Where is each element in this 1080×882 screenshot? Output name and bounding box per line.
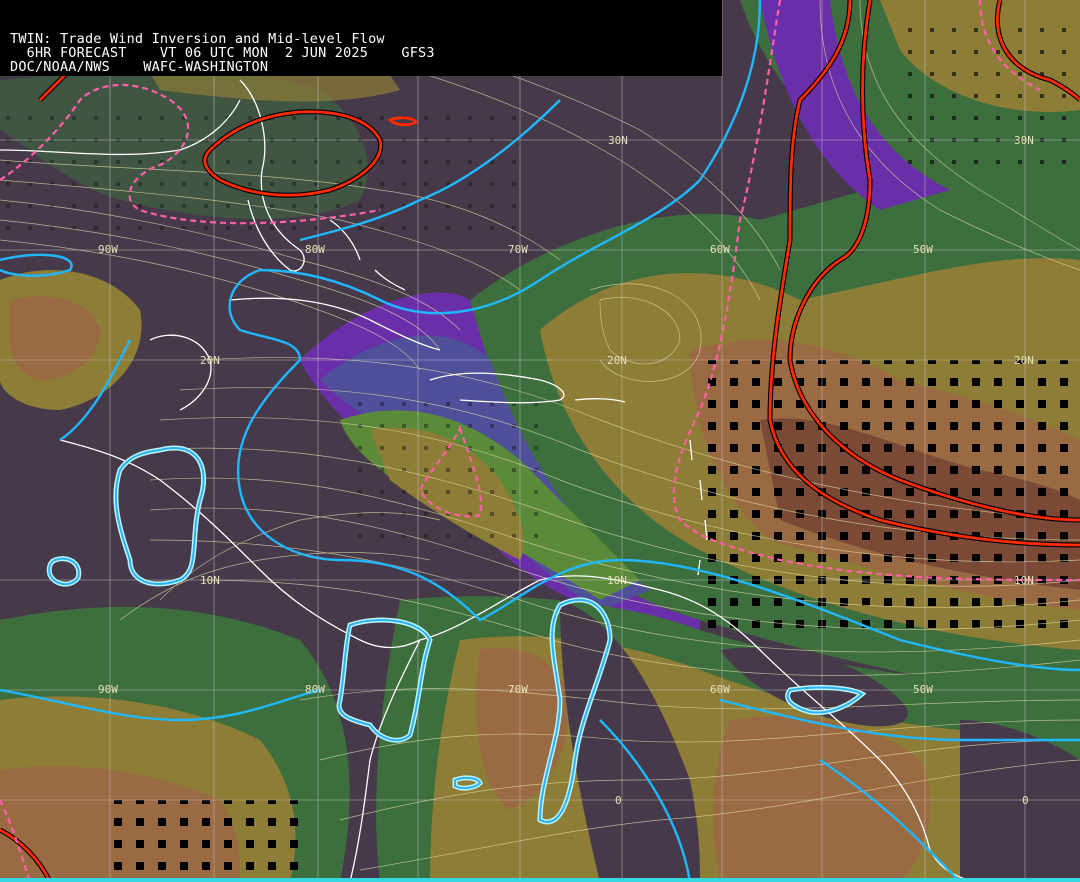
bottom-border: [0, 878, 1080, 882]
lat-label: 30N: [608, 134, 628, 147]
lon-label: 80W: [305, 243, 325, 256]
lat-label: 30N: [1014, 134, 1034, 147]
lon-label: 90W: [98, 683, 118, 696]
stipple-pacific-bottom: [100, 800, 300, 882]
issuing-agency: DOC/NOAA/NWS WAFC-WASHINGTON: [10, 59, 269, 75]
lat-label: 0: [1022, 794, 1029, 807]
stipple-atlantic-large: [700, 360, 1080, 640]
lon-label: 90W: [98, 243, 118, 256]
lat-label: 20N: [607, 354, 627, 367]
lon-label: 70W: [508, 243, 528, 256]
weather-map: 30N 30N 20N 20N 20N 10N 10N 10N 0 0 90W …: [0, 0, 1080, 882]
lon-label: 60W: [710, 683, 730, 696]
lat-label: 10N: [607, 574, 627, 587]
lat-label: 0: [615, 794, 622, 807]
lat-label: 20N: [200, 354, 220, 367]
lon-label: 50W: [913, 683, 933, 696]
lat-label: 20N: [1014, 354, 1034, 367]
lon-label: 80W: [305, 683, 325, 696]
lat-label: 10N: [200, 574, 220, 587]
title-block: TWIN: Trade Wind Inversion and Mid-level…: [0, 0, 722, 76]
lon-label: 70W: [508, 683, 528, 696]
stipple-carib: [340, 400, 540, 540]
lon-label: 60W: [710, 243, 730, 256]
lat-label: 10N: [1014, 574, 1034, 587]
lon-label: 50W: [913, 243, 933, 256]
